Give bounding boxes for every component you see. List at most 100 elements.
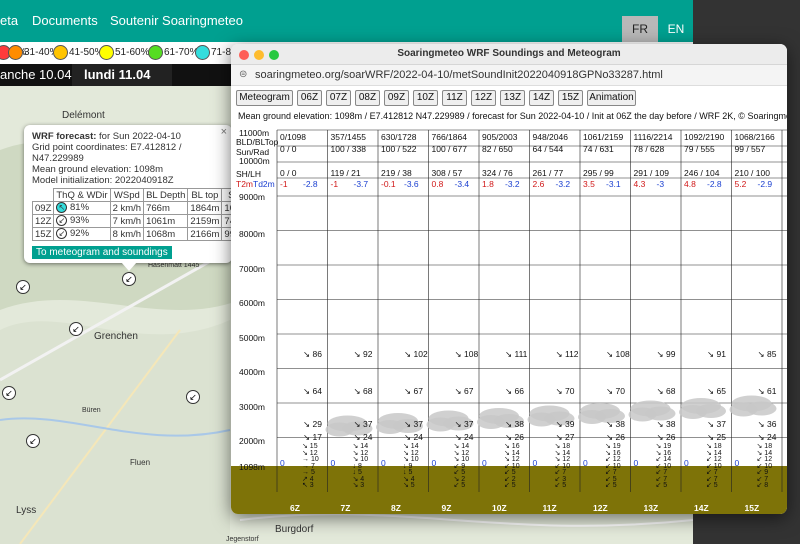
meteogram-button[interactable]: Meteogram xyxy=(236,90,293,106)
cloud-mark xyxy=(746,401,777,416)
wind-label-low: ↘ 24 xyxy=(757,432,777,442)
wind-direction-icon: ↙ xyxy=(56,215,68,227)
wind-label-low: ↘ 24 xyxy=(454,432,474,442)
wind-stack: ↘ 18 ↘ 14 ↙ 12 ↙ 10 ↙ 9 ↙ 7 ↙ 8 xyxy=(756,443,773,489)
table-cell: 7 km/h xyxy=(109,214,145,228)
table-header: BL Depth xyxy=(143,188,189,202)
hour-button-13z[interactable]: 13Z xyxy=(500,90,525,106)
legend-swatch-icon xyxy=(53,45,68,60)
sun-value: 0 / 0 xyxy=(280,144,297,154)
bld-value: 905/2003 xyxy=(482,132,518,142)
hour-button-15z[interactable]: 15Z xyxy=(558,90,583,106)
x-axis-label: 7Z xyxy=(340,503,351,513)
wind-label-mid: ↘ 65 xyxy=(707,386,726,396)
popup-elevation: Mean ground elevation: 1098m xyxy=(32,164,163,175)
legend-item: 61-70% xyxy=(148,45,198,60)
nav-link-support[interactable]: Soutenir Soaringmeteo xyxy=(110,13,243,28)
popup-title: WRF forecast: for Sun 2022-04-10 xyxy=(32,131,181,142)
td2m-value: -3.2 xyxy=(505,179,520,189)
table-header-row: ThQ & WDir WSpd BL Depth BL top Sun xyxy=(33,188,252,202)
table-header xyxy=(33,189,54,202)
language-en-button[interactable]: EN xyxy=(658,16,693,42)
wind-direction-icon: ↖ xyxy=(56,202,68,214)
cloud-mark xyxy=(696,404,726,418)
popup-forecast-table: ThQ & WDir WSpd BL Depth BL top Sun 09Z … xyxy=(31,188,252,241)
wind-marker-icon[interactable]: ↙ xyxy=(2,386,16,400)
hour-button-09z[interactable]: 09Z xyxy=(384,90,409,106)
meteogram-chart: 11000m 10000m 9000m 8000m 7000m 6000m 5000m 400… xyxy=(231,126,787,514)
legend-swatch-icon xyxy=(99,45,114,60)
table-cell: 766m xyxy=(143,201,189,215)
base-value: 0 xyxy=(734,458,740,468)
wind-label-mid: ↘ 61 xyxy=(757,386,777,396)
wind-label-mid: ↘ 67 xyxy=(454,386,474,396)
y-axis-label: 9000m xyxy=(239,192,265,202)
url-text[interactable]: soaringmeteo.org/soarWRF/2022-04-10/metS… xyxy=(255,69,663,81)
wind-label-mid: ↘ 67 xyxy=(404,386,423,396)
table-cell: 1068m xyxy=(143,227,189,241)
table-cell: 2 km/h xyxy=(109,201,145,215)
table-cell: ↙ 93% xyxy=(53,214,111,228)
x-axis-label: 10Z xyxy=(492,503,507,513)
wind-marker-icon[interactable]: ↙ xyxy=(122,272,136,286)
td2m-value: -2.8 xyxy=(303,179,318,189)
hour-button-07z[interactable]: 07Z xyxy=(326,90,351,106)
t2m-value: -1 xyxy=(280,179,288,189)
wind-label-low: ↘ 37 xyxy=(707,419,726,429)
wind-label-upper: ↘ 99 xyxy=(656,349,676,359)
y-axis-label: 3000m xyxy=(239,402,265,412)
shlh-value: 261 / 77 xyxy=(532,168,564,178)
table-cell: ↖ 81% xyxy=(53,201,111,215)
hour-button-11z[interactable]: 11Z xyxy=(442,90,467,106)
day-prev-button[interactable]: anche 10.04 xyxy=(0,67,72,82)
base-value: 0 xyxy=(330,458,336,468)
hour-button-14z[interactable]: 14Z xyxy=(529,90,554,106)
site-settings-icon[interactable]: ⊜ xyxy=(239,69,247,80)
wind-stack: ↘ 18 ↘ 14 ↘ 12 ↙ 10 ↙ 7 ↙ 3 ↙ 5 xyxy=(554,443,571,489)
y-axis-label: 8000m xyxy=(239,229,265,239)
wind-label-upper: ↘ 86 xyxy=(303,349,322,359)
forecast-info-line: Mean ground elevation: 1098m / E7.412812… xyxy=(238,111,787,121)
top-navigation: eta Documents Soutenir Soaringmeteo FR E… xyxy=(0,0,693,42)
shlh-value: 308 / 57 xyxy=(431,168,463,178)
hour-button-10z[interactable]: 10Z xyxy=(413,90,438,106)
t2m-value: 1.8 xyxy=(482,179,494,189)
base-value: 0 xyxy=(280,458,285,468)
td2m-value: -3.7 xyxy=(353,179,369,189)
base-value: 0 xyxy=(583,458,588,468)
nav-link-documents[interactable]: Documents xyxy=(32,13,98,28)
wind-marker-icon[interactable]: ↙ xyxy=(16,280,30,294)
wind-label-low: ↘ 24 xyxy=(353,432,373,442)
wind-label-upper: ↘ 111 xyxy=(505,349,528,359)
sun-value: 100 / 522 xyxy=(381,144,417,154)
bld-value: 1061/2159 xyxy=(583,132,624,142)
wind-label-low: ↘ 17 xyxy=(303,432,322,442)
language-fr-button[interactable]: FR xyxy=(622,16,658,42)
row-label: Sun/Rad xyxy=(236,147,270,157)
animation-button[interactable]: Animation xyxy=(587,90,636,106)
shlh-value: 324 / 76 xyxy=(482,168,513,178)
wind-marker-icon[interactable]: ↙ xyxy=(69,322,83,336)
table-cell: 2159m xyxy=(187,214,223,228)
wind-label-low: ↘ 26 xyxy=(656,432,676,442)
wind-marker-icon[interactable]: ↙ xyxy=(26,434,40,448)
legend-swatch-icon xyxy=(148,45,163,60)
hour-button-12z[interactable]: 12Z xyxy=(471,90,496,106)
table-cell: 8 km/h xyxy=(109,227,145,241)
legend-item: 41-50% xyxy=(53,45,103,60)
address-bar[interactable]: ⊜ soaringmeteo.org/soarWRF/2022-04-10/me… xyxy=(231,65,787,86)
hour-button-08z[interactable]: 08Z xyxy=(355,90,380,106)
base-value: 0 xyxy=(532,458,538,468)
window-titlebar[interactable]: Soaringmeteo WRF Soundings and Meteogram xyxy=(231,44,787,65)
popup-init: Model initialization: 2022040918Z xyxy=(32,175,174,186)
day-current-button[interactable]: lundi 11.04 xyxy=(72,64,172,86)
popup-close-button[interactable]: × xyxy=(221,126,227,138)
wind-marker-icon[interactable]: ↙ xyxy=(186,390,200,404)
x-axis-label: 13Z xyxy=(643,503,659,513)
wind-label-mid: ↘ 66 xyxy=(505,386,524,396)
table-cell: ↙ 92% xyxy=(53,227,111,241)
meteogram-link[interactable]: To meteogram and soundings xyxy=(32,246,172,259)
td2m-value: -3 xyxy=(656,179,665,189)
hour-button-06z[interactable]: 06Z xyxy=(297,90,322,106)
nav-link-meta[interactable]: eta xyxy=(0,13,18,28)
